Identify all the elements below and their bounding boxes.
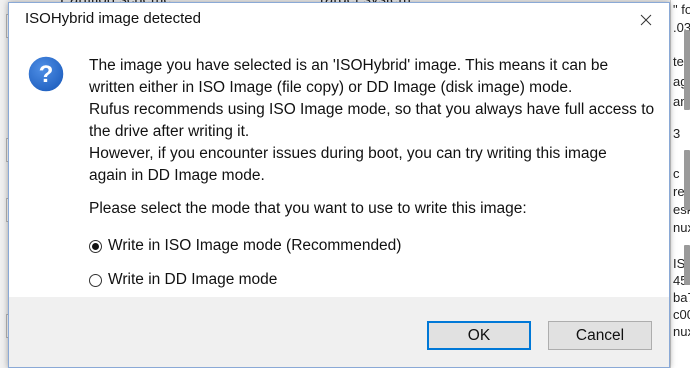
dialog-content: ? The image you have selected is an 'ISO… <box>9 37 669 297</box>
log-line: nux <box>673 220 690 235</box>
message-line: However, if you encounter issues during … <box>89 145 607 162</box>
dialog-titlebar[interactable]: ISOHybrid image detected <box>9 3 669 37</box>
ok-button[interactable]: OK <box>427 321 531 350</box>
isohybrid-dialog: ISOHybrid image detected ? The image you… <box>8 2 670 368</box>
log-line: " fo <box>673 2 690 17</box>
mode-prompt: Please select the mode that you want to … <box>89 200 527 217</box>
radio-iso-mode[interactable]: Write in ISO Image mode (Recommended) <box>89 235 401 257</box>
background-log-panel: " fo .03 ter age am 3 c lin res esk nux … <box>670 0 690 368</box>
scrollbar-thumb[interactable] <box>684 30 690 110</box>
log-line: ba7 <box>673 290 690 305</box>
svg-text:?: ? <box>39 61 54 88</box>
radio-button-unchecked[interactable] <box>89 273 102 287</box>
dialog-footer: OK Cancel <box>9 297 669 367</box>
message-line: The image you have selected is an 'ISOHy… <box>89 57 609 74</box>
log-line: 3 <box>673 126 681 141</box>
message-line: the drive after writing it. <box>89 123 250 140</box>
scrollbar-thumb[interactable] <box>684 150 690 210</box>
log-line: nux <box>673 324 690 339</box>
message-line: again in DD Image mode. <box>89 167 265 184</box>
close-icon <box>640 14 652 26</box>
message-line: written either in ISO Image (file copy) … <box>89 79 573 96</box>
radio-button-checked[interactable] <box>89 239 102 253</box>
scrollbar-thumb[interactable] <box>684 245 690 285</box>
radio-iso-label[interactable]: Write in ISO Image mode (Recommended) <box>108 237 401 255</box>
message-line: Rufus recommends using ISO Image mode, s… <box>89 101 655 118</box>
radio-dd-label[interactable]: Write in DD Image mode <box>108 271 277 289</box>
dialog-title: ISOHybrid image detected <box>25 10 201 27</box>
dialog-message: The image you have selected is an 'ISOHy… <box>89 55 659 187</box>
log-line: c00 <box>673 307 690 322</box>
radio-dd-mode[interactable]: Write in DD Image mode <box>89 269 277 291</box>
close-button[interactable] <box>623 3 669 37</box>
cancel-button[interactable]: Cancel <box>548 321 652 350</box>
question-icon: ? <box>27 55 65 93</box>
